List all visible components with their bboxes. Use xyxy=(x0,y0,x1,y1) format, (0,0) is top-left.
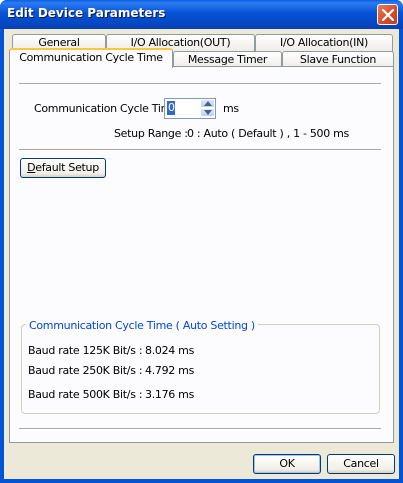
tab-communication-cycle-time[interactable]: Communication Cycle Time xyxy=(9,48,173,68)
spin-up-arrow-icon xyxy=(204,101,212,106)
title-bar[interactable]: Edit Device Parameters xyxy=(0,0,403,29)
baud-125k-value: 8.024 ms xyxy=(145,344,195,357)
ok-button[interactable]: OK xyxy=(253,454,321,474)
separator-bottom xyxy=(19,428,381,430)
spin-down-button[interactable] xyxy=(200,108,215,117)
setup-range-label: Setup Range : xyxy=(114,127,188,140)
default-setup-label: efault Setup xyxy=(35,161,99,174)
tab-io-allocation-in[interactable]: I/O Allocation(IN) xyxy=(255,34,393,52)
separator-middle xyxy=(19,149,381,151)
spin-up-button[interactable] xyxy=(200,99,215,108)
baud-125k-label: Baud rate 125K Bit/s : xyxy=(28,344,143,357)
cycle-time-label: Communication Cycle Time : xyxy=(34,102,185,115)
cycle-time-spin-box[interactable]: 0 xyxy=(164,98,216,119)
spin-down-arrow-icon xyxy=(204,110,212,115)
setup-range-value: 0 : Auto ( Default ) , 1 - 500 ms xyxy=(187,127,349,140)
baud-250k-value: 4.792 ms xyxy=(145,364,195,377)
separator-top xyxy=(19,83,381,85)
cancel-button[interactable]: Cancel xyxy=(327,454,395,474)
baud-500k-label: Baud rate 500K Bit/s : xyxy=(28,388,143,401)
cycle-time-input[interactable]: 0 xyxy=(168,101,175,114)
baud-500k-value: 3.176 ms xyxy=(145,388,195,401)
auto-setting-group-title: Communication Cycle Time ( Auto Setting … xyxy=(26,319,258,332)
default-setup-button[interactable]: Default Setup xyxy=(20,158,106,178)
close-button[interactable] xyxy=(377,4,398,25)
window-title: Edit Device Parameters xyxy=(7,6,166,20)
cycle-time-unit: ms xyxy=(223,102,239,115)
close-icon xyxy=(382,9,394,21)
baud-250k-label: Baud rate 250K Bit/s : xyxy=(28,364,143,377)
